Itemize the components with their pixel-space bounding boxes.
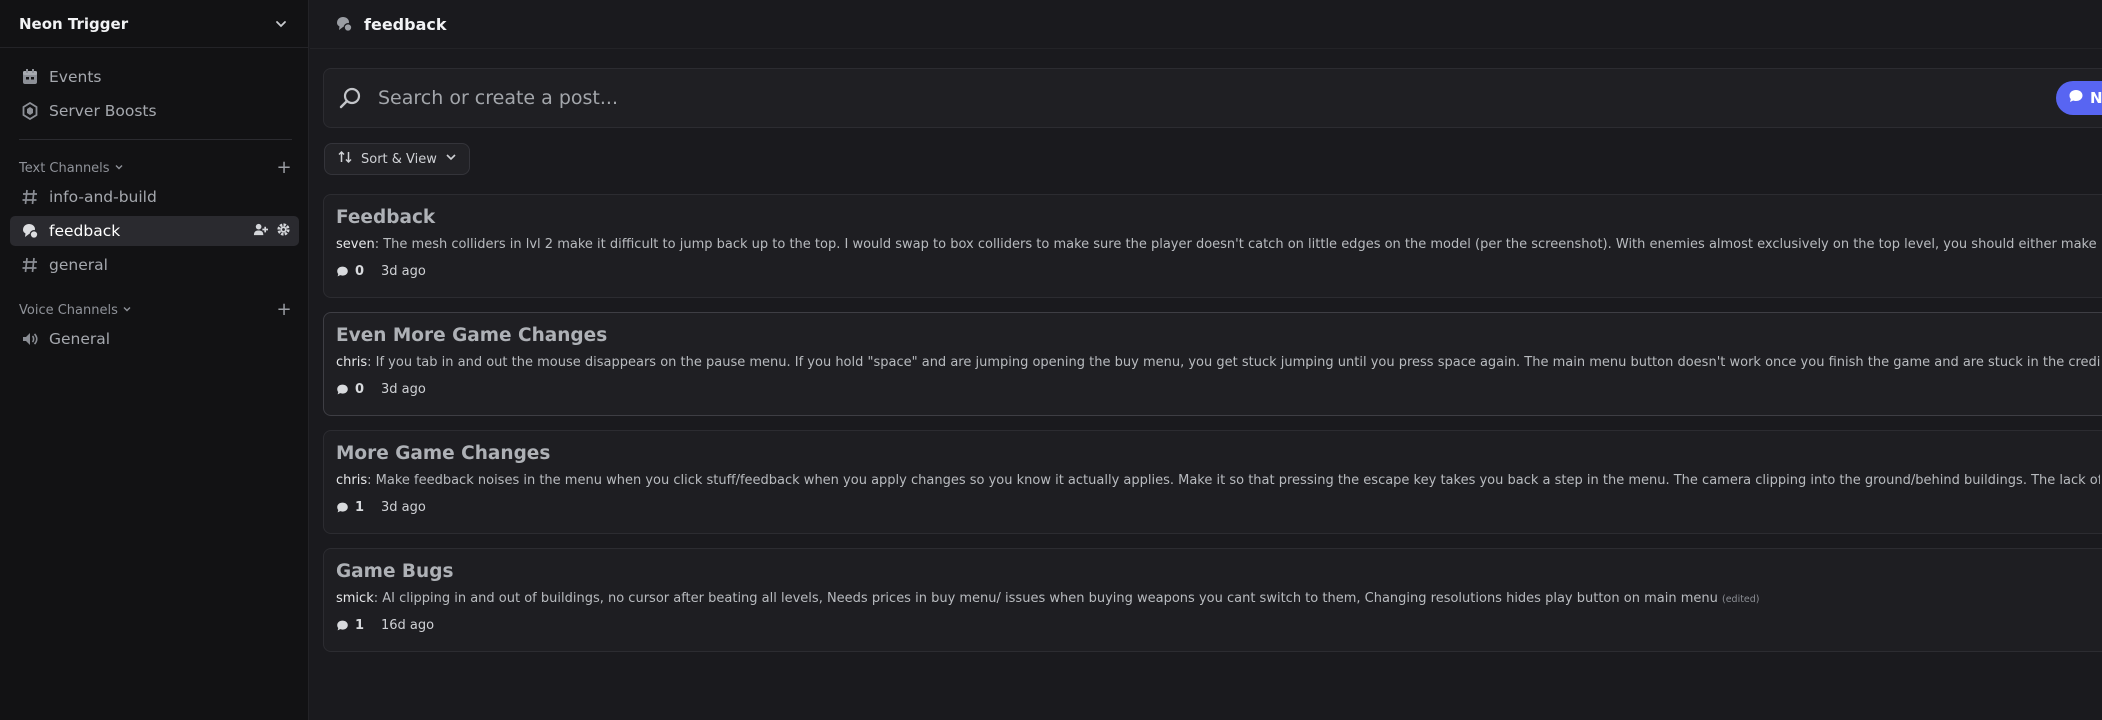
post-meta: 0 3d ago [336,382,2100,397]
post-meta: 0 3d ago [336,264,2100,279]
chevron-down-icon [122,303,132,318]
add-channel-button[interactable]: + [276,301,292,319]
search-input[interactable]: Search or create a post... [323,68,2102,128]
post-preview: seven: The mesh colliders in lvl 2 make … [336,237,2100,255]
post-preview-text: If you tab in and out the mouse disappea… [375,355,2100,370]
speaker-icon [20,329,40,349]
post-card[interactable]: Even More Game Changes chris: If you tab… [323,312,2102,416]
chat-bubble-icon [336,265,350,279]
hash-icon [20,255,40,275]
new-post-button[interactable]: N [2056,81,2102,115]
post-card[interactable]: Game Bugs smick: AI clipping in and out … [323,548,2102,652]
post-meta: 1 16d ago [336,618,2100,633]
sidebar-item-label: Server Boosts [49,102,157,120]
calendar-icon [20,67,40,87]
sidebar-item-voice-general[interactable]: General [10,324,299,354]
sidebar-item-label: Events [49,68,102,86]
channel-title: feedback [364,14,447,34]
comment-count: 0 [355,382,365,397]
comment-count: 0 [355,264,365,279]
comment-count: 1 [355,618,365,633]
chat-bubble-icon [336,383,350,397]
channel-sidebar: Neon Trigger Events Server Boosts Text C… [0,0,309,720]
search-icon [338,85,364,111]
post-timestamp: 3d ago [381,264,426,279]
sidebar-item-feedback[interactable]: feedback [10,216,299,246]
sidebar-item-server-boosts[interactable]: Server Boosts [10,96,299,126]
post-timestamp: 16d ago [381,618,435,633]
boost-icon [20,101,40,121]
post-meta: 1 3d ago [336,500,2100,515]
post-timestamp: 3d ago [381,500,426,515]
post-card[interactable]: More Game Changes chris: Make feedback n… [323,430,2102,534]
post-title: Feedback [336,207,436,228]
post-author: chris [336,473,368,488]
post-title: Even More Game Changes [336,325,608,346]
post-title: Game Bugs [336,561,454,582]
sidebar-item-label: general [49,256,108,274]
post-timestamp: 3d ago [381,382,426,397]
post-preview: chris: Make feedback noises in the menu … [336,473,2100,491]
category-text-channels[interactable]: Text Channels + [19,158,292,178]
invite-icon[interactable] [253,222,268,241]
search-placeholder: Search or create a post... [378,87,618,109]
category-label: Text Channels [19,160,110,176]
sidebar-item-info-and-build[interactable]: info-and-build [10,182,299,212]
sort-view-button[interactable]: Sort & View [324,143,470,175]
gear-icon[interactable] [276,222,291,241]
chat-bubble-icon [336,501,350,515]
category-voice-channels[interactable]: Voice Channels + [19,300,292,320]
post-author: seven [336,237,375,252]
post-preview-text: AI clipping in and out of buildings, no … [382,591,1718,606]
chevron-down-icon [445,151,457,167]
sidebar-item-label: General [49,330,111,348]
sidebar-item-general[interactable]: general [10,250,299,280]
sidebar-item-events[interactable]: Events [10,62,299,92]
chat-bubble-icon [2068,88,2084,108]
post-preview-text: The mesh colliders in lvl 2 make it diff… [383,237,2100,252]
category-label: Voice Channels [19,302,118,318]
post-title: More Game Changes [336,443,551,464]
post-preview: smick: AI clipping in and out of buildin… [336,591,1760,606]
edited-marker: (edited) [1721,594,1760,605]
chevron-down-icon [114,161,124,176]
post-preview-text: Make feedback noises in the menu when yo… [375,473,2100,488]
sort-label: Sort & View [361,151,437,167]
post-author: chris [336,355,368,370]
sidebar-item-label: info-and-build [49,188,157,206]
comment-count: 1 [355,500,365,515]
hash-icon [20,187,40,207]
add-channel-button[interactable]: + [276,159,292,177]
chat-bubble-icon [336,619,350,633]
chevron-down-icon [273,16,289,32]
channel-header: feedback [310,0,2102,49]
sidebar-item-label: feedback [49,222,121,240]
sidebar-divider [19,139,292,140]
post-card[interactable]: Feedback seven: The mesh colliders in lv… [323,194,2102,298]
forum-icon [335,14,355,34]
new-post-label: N [2090,89,2102,107]
post-author: smick [336,591,374,606]
forum-icon [20,221,40,241]
server-name: Neon Trigger [19,14,129,33]
server-header[interactable]: Neon Trigger [0,0,308,48]
sort-icon [337,149,353,169]
post-preview: chris: If you tab in and out the mouse d… [336,355,2100,373]
